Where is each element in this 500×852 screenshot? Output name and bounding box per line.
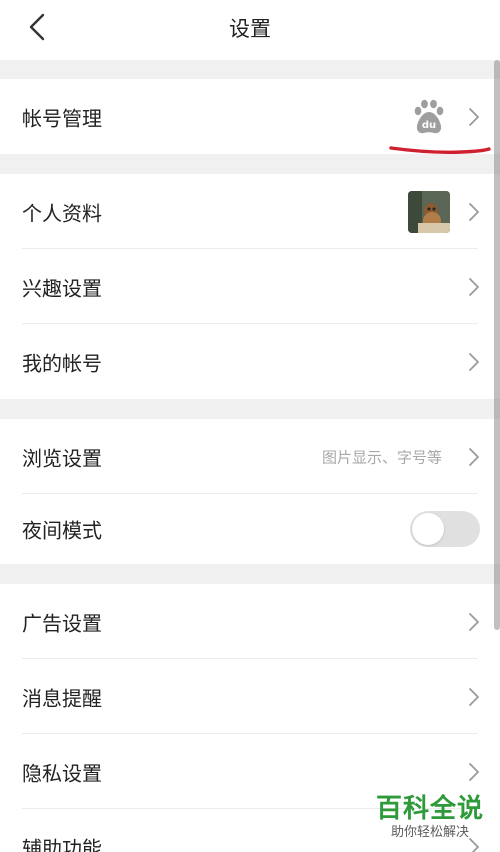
message-reminder-row[interactable]: 消息提醒 [0, 659, 500, 734]
chevron-right-icon [469, 762, 479, 781]
night-mode-toggle[interactable] [410, 511, 480, 547]
browse-settings-row[interactable]: 浏览设置 图片显示、字号等 [0, 419, 500, 494]
scrollbar[interactable] [494, 60, 500, 630]
row-label: 辅助功能 [22, 836, 102, 852]
watermark-title: 百科全说 [375, 794, 484, 824]
row-label: 个人资料 [22, 201, 102, 225]
chevron-right-icon [469, 352, 479, 371]
row-label: 帐号管理 [22, 106, 102, 130]
row-label: 兴趣设置 [22, 276, 102, 300]
chevron-right-icon [469, 107, 479, 126]
browse-group: 浏览设置 图片显示、字号等 夜间模式 [0, 419, 500, 564]
chevron-right-icon [469, 687, 479, 706]
page-title: 设置 [229, 17, 271, 41]
profile-group: 个人资料 兴趣设置 我的帐号 [0, 174, 500, 399]
settings-screen: 设置 帐号管理 du 个人资料 兴趣设置 我的帐号 浏览设置 图片显示、字号等 … [0, 0, 500, 852]
night-mode-row: 夜间模式 [0, 494, 500, 564]
row-label: 广告设置 [22, 611, 102, 635]
red-annotation-line [389, 146, 491, 154]
avatar [408, 190, 450, 233]
watermark-subtitle: 助你轻松解决 [390, 825, 469, 840]
chevron-right-icon [469, 612, 479, 631]
chevron-right-icon [469, 447, 479, 466]
watermark: 百科全说 助你轻松解决 [374, 794, 486, 842]
row-hint: 图片显示、字号等 [321, 448, 442, 466]
row-label: 我的帐号 [22, 351, 102, 375]
baidu-paw-icon: du [414, 99, 444, 133]
toggle-knob [412, 513, 444, 545]
my-account-row[interactable]: 我的帐号 [0, 324, 500, 399]
personal-info-row[interactable]: 个人资料 [0, 174, 500, 249]
chevron-right-icon [469, 277, 479, 296]
ad-settings-row[interactable]: 广告设置 [0, 584, 500, 659]
row-label: 隐私设置 [22, 761, 102, 785]
navigation-bar: 设置 [0, 0, 500, 60]
row-label: 夜间模式 [22, 518, 102, 543]
baidu-icon-text: du [422, 120, 436, 131]
row-label: 消息提醒 [22, 686, 102, 710]
interest-settings-row[interactable]: 兴趣设置 [0, 249, 500, 324]
row-label: 浏览设置 [22, 446, 102, 470]
chevron-right-icon [469, 202, 479, 221]
